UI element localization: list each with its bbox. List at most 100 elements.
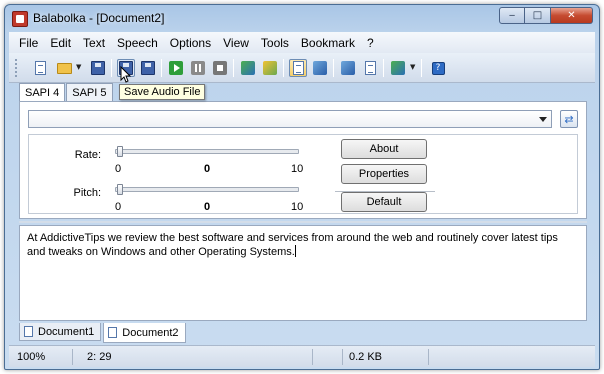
dictionary-button[interactable] <box>339 59 357 77</box>
mouse-cursor-icon <box>120 66 132 83</box>
status-blank <box>313 349 343 365</box>
refresh-icon: ⇄ <box>564 112 574 126</box>
split-view-icon <box>313 61 327 75</box>
view-text-button[interactable] <box>289 59 307 77</box>
window-title: Balabolka - [Document2] <box>33 11 165 25</box>
view-split-button[interactable] <box>311 59 329 77</box>
tab-document2[interactable]: Document2 <box>103 323 186 343</box>
voice-settings-dropdown-arrow[interactable]: ▼ <box>410 63 415 71</box>
help-icon: ? <box>431 61 445 75</box>
rate-max-value: 10 <box>291 163 304 175</box>
document-tabs: Document1 Document2 <box>19 323 188 343</box>
engine-tabs: SAPI 4 SAPI 5 <box>19 83 114 102</box>
status-cursor-position: 2: 29 <box>73 349 313 365</box>
play-icon <box>169 61 183 75</box>
toolbar-separator <box>111 59 112 77</box>
menu-edit[interactable]: Edit <box>44 36 77 50</box>
close-button[interactable]: ✕ <box>551 7 593 24</box>
menu-file[interactable]: File <box>13 36 44 50</box>
toolbar-separator <box>383 59 384 77</box>
menu-text[interactable]: Text <box>77 36 111 50</box>
minimize-button[interactable]: ‒ <box>499 7 525 24</box>
new-document-button[interactable] <box>31 59 49 77</box>
status-file-size: 0.2 KB <box>343 349 429 365</box>
tab-document1[interactable]: Document1 <box>19 323 102 341</box>
split-audio-button[interactable] <box>139 59 157 77</box>
voice-settings-icon <box>391 61 405 75</box>
pitch-mid-value: 0 <box>204 201 211 213</box>
pronunciation-icon <box>364 61 376 75</box>
dictionary-icon <box>341 61 355 75</box>
about-button[interactable]: About <box>341 139 427 159</box>
maximize-button[interactable]: □ <box>525 7 551 24</box>
open-file-button[interactable] <box>55 59 73 77</box>
pitch-min-value: 0 <box>115 201 122 213</box>
document-icon <box>108 327 118 338</box>
properties-button[interactable]: Properties <box>341 164 427 184</box>
toolbar-separator <box>233 59 234 77</box>
stop-icon <box>213 61 227 75</box>
title-bar[interactable]: Balabolka - [Document2] ‒ □ ✕ <box>5 5 599 31</box>
pitch-slider[interactable] <box>115 184 299 195</box>
status-bar: 100% 2: 29 0.2 KB <box>9 345 595 367</box>
menu-bar: File Edit Text Speech Options View Tools… <box>9 32 595 53</box>
toolbar-grip[interactable] <box>15 59 18 77</box>
tab-sapi-5[interactable]: SAPI 5 <box>66 83 113 101</box>
voice-select[interactable] <box>28 110 552 128</box>
toolbar-separator <box>333 59 334 77</box>
tab-document2-label: Document2 <box>122 326 179 339</box>
new-document-icon <box>34 61 46 75</box>
toolbar-separator <box>421 59 422 77</box>
voice-settings-group: Rate: 0 0 10 Pitch: 0 0 10 About Propert… <box>28 134 578 214</box>
rate-mid-value: 0 <box>204 163 211 175</box>
pitch-max-value: 10 <box>291 201 304 213</box>
rate-min-value: 0 <box>115 163 122 175</box>
save-button[interactable] <box>89 59 107 77</box>
rate-slider[interactable] <box>115 146 299 157</box>
pitch-slider-thumb[interactable] <box>117 184 123 195</box>
default-button[interactable]: Default <box>341 192 427 212</box>
save-audio-tooltip: Save Audio File <box>119 84 206 100</box>
editor-text[interactable]: At AddictiveTips we review the best soft… <box>27 232 558 258</box>
refresh-voices-button[interactable]: ⇄ <box>560 110 578 128</box>
rate-label: Rate: <box>74 149 101 161</box>
open-dropdown-arrow[interactable]: ▼ <box>76 63 81 71</box>
stop-button[interactable] <box>211 59 229 77</box>
voice-settings-button[interactable] <box>389 59 407 77</box>
menu-tools[interactable]: Tools <box>255 36 295 50</box>
split-audio-icon <box>141 61 155 75</box>
read-aloud-button[interactable] <box>167 59 185 77</box>
text-view-icon <box>292 61 304 75</box>
voice-panel: ⇄ Rate: 0 0 10 Pitch: 0 0 10 About Prope… <box>19 101 587 219</box>
read-clipboard-button[interactable] <box>239 59 257 77</box>
toolbar-separator <box>161 59 162 77</box>
pause-icon <box>191 61 205 75</box>
app-window: Balabolka - [Document2] ‒ □ ✕ File Edit … <box>4 4 600 370</box>
chevron-down-icon[interactable] <box>539 117 547 122</box>
status-empty <box>429 349 593 365</box>
clipboard-icon <box>241 61 255 75</box>
read-file-icon <box>263 61 277 75</box>
toolbar: ▼ ▼ ? <box>9 53 595 83</box>
rate-slider-thumb[interactable] <box>117 146 123 157</box>
document-icon <box>24 326 33 337</box>
tab-sapi-4[interactable]: SAPI 4 <box>19 83 66 102</box>
pitch-label: Pitch: <box>73 187 101 199</box>
menu-help[interactable]: ? <box>361 36 380 50</box>
tab-document1-label: Document1 <box>38 325 95 338</box>
pause-button[interactable] <box>189 59 207 77</box>
menu-view[interactable]: View <box>217 36 255 50</box>
status-zoom: 100% <box>11 349 73 365</box>
menu-speech[interactable]: Speech <box>111 36 164 50</box>
pronunciation-button[interactable] <box>361 59 379 77</box>
read-file-button[interactable] <box>261 59 279 77</box>
help-button[interactable]: ? <box>429 59 447 77</box>
balabolka-app-icon[interactable] <box>12 11 28 27</box>
menu-bookmark[interactable]: Bookmark <box>295 36 361 50</box>
text-caret <box>294 245 296 257</box>
panel-splitter[interactable] <box>19 221 587 223</box>
save-icon <box>91 61 105 75</box>
text-editor[interactable]: At AddictiveTips we review the best soft… <box>19 225 587 321</box>
menu-options[interactable]: Options <box>164 36 217 50</box>
folder-icon <box>56 62 72 74</box>
